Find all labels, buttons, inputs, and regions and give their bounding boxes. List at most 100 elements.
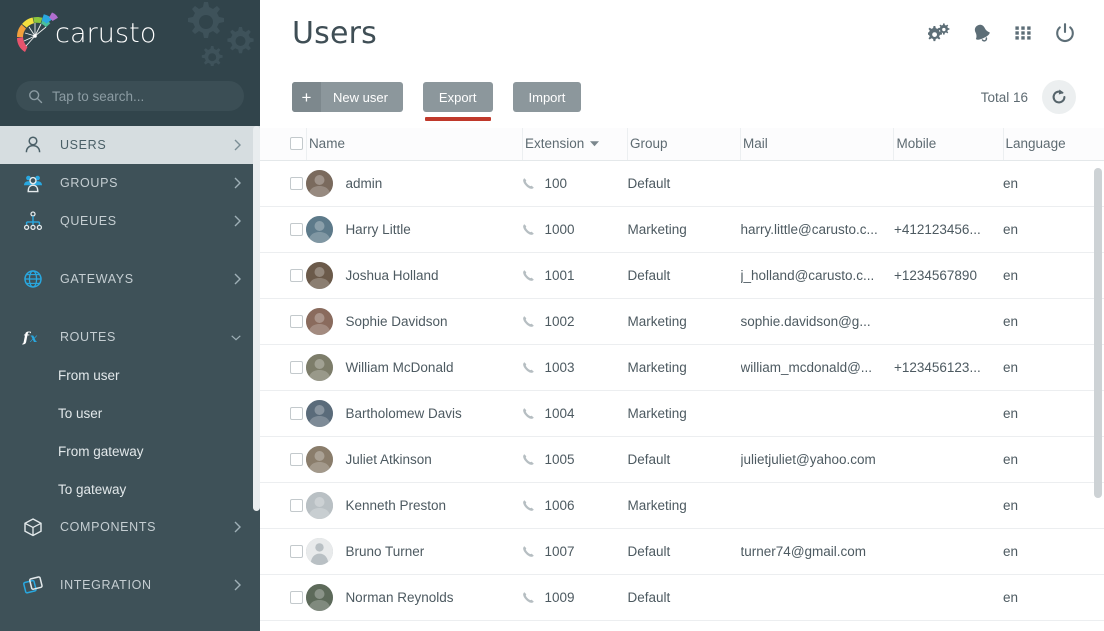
column-label: Language [1005, 136, 1066, 152]
search-box[interactable] [16, 81, 244, 111]
cell-mobile: +1234567890 [893, 252, 1004, 299]
main-content: Users + New user Export Import Total 16 … [260, 0, 1104, 631]
column-header-mail[interactable]: Mail [740, 128, 895, 161]
power-icon[interactable] [1054, 22, 1076, 44]
table-header: Name Extension Group Mail Mobile Languag… [260, 128, 1104, 161]
cell-extension: 1002 [522, 298, 628, 345]
cell-name: admin [306, 160, 523, 207]
import-button[interactable]: Import [512, 82, 582, 112]
refresh-button[interactable] [1042, 80, 1076, 114]
column-label: Mail [743, 136, 768, 152]
sidebar-subitem-to-user[interactable]: To user [0, 394, 260, 432]
column-label: Group [629, 136, 668, 152]
select-all-checkbox[interactable] [290, 137, 303, 151]
phone-icon [523, 499, 535, 511]
row-checkbox[interactable] [290, 452, 303, 466]
phone-icon [523, 223, 535, 235]
phone-icon [523, 453, 535, 465]
column-header-name[interactable]: Name [306, 128, 523, 161]
export-button[interactable]: Export [422, 82, 493, 112]
search-input[interactable] [52, 88, 232, 104]
main-scrollbar[interactable] [1094, 168, 1102, 498]
cell-mobile: +123456123... [893, 344, 1004, 391]
cell-name: Bruno Turner [306, 528, 523, 575]
cell-extension: 1000 [522, 206, 628, 253]
table-row[interactable]: Juliet Atkinson 1005 Default julietjuliet@y… [260, 436, 1104, 483]
cell-group: Marketing [627, 298, 741, 345]
new-user-button[interactable]: + New user [292, 82, 403, 112]
table-row[interactable]: Bartholomew Davis 1004 Marketing en [260, 390, 1104, 437]
sidebar-item-users[interactable]: USERS [0, 126, 260, 164]
row-checkbox[interactable] [290, 498, 303, 512]
top-bar: Users [260, 0, 1104, 66]
column-header-mobile[interactable]: Mobile [893, 128, 1004, 161]
page-title: Users [292, 15, 378, 51]
table-row[interactable]: Sophie Davidson 1002 Marketing sophie.david… [260, 298, 1104, 345]
sidebar-subitem-label: From user [58, 367, 120, 383]
table-row[interactable]: William McDonald 1003 Marketing william_mcd… [260, 344, 1104, 391]
table-row[interactable]: Bruno Turner 1007 Default turner74@gmail.co… [260, 528, 1104, 575]
mobile-value: +1234567890 [893, 267, 977, 283]
settings-gears-icon[interactable] [928, 22, 950, 44]
column-header-extension[interactable]: Extension [522, 128, 628, 161]
cell-language: en [1003, 574, 1104, 621]
column-header-group[interactable]: Group [627, 128, 742, 161]
column-header-language[interactable]: Language [1003, 128, 1104, 161]
cell-name: Juliet Atkinson [306, 436, 523, 483]
table-row[interactable]: Joshua Holland 1001 Default j_holland@carus… [260, 252, 1104, 299]
cube-icon [24, 518, 42, 537]
row-checkbox[interactable] [290, 314, 303, 328]
cell-extension: 1003 [522, 344, 628, 391]
sidebar-item-routes[interactable]: f x ROUTES [0, 318, 260, 356]
row-checkbox[interactable] [290, 222, 303, 236]
mobile-value: +123456123... [893, 359, 981, 375]
user-icon [25, 136, 41, 153]
cell-mobile [893, 298, 1004, 345]
row-select-cell [260, 436, 307, 483]
apps-grid-icon[interactable] [1012, 22, 1034, 44]
phone-icon [523, 591, 535, 603]
app-root: carusto USERS [0, 0, 1104, 631]
sidebar-subitem-from-user[interactable]: From user [0, 356, 260, 394]
cell-extension: 100 [522, 160, 628, 207]
user-name: Sophie Davidson [345, 313, 448, 329]
queues-icon [23, 211, 43, 231]
sidebar-item-integration[interactable]: INTEGRATION [0, 566, 260, 604]
cell-mail [740, 160, 894, 207]
cell-mail: turner74@gmail.com [740, 528, 894, 575]
select-all-header [260, 128, 307, 161]
cell-language: en [1003, 482, 1104, 529]
user-name: Norman Reynolds [345, 589, 454, 605]
row-checkbox[interactable] [290, 268, 303, 282]
logo[interactable]: carusto [13, 8, 156, 58]
table-row[interactable]: Kenneth Preston 1006 Marketing en [260, 482, 1104, 529]
row-select-cell [260, 298, 307, 345]
sidebar-item-components[interactable]: COMPONENTS [0, 508, 260, 546]
bell-icon[interactable] [970, 22, 992, 44]
mail-value: turner74@gmail.com [740, 543, 867, 559]
total-zone: Total 16 [981, 80, 1076, 114]
sidebar-item-queues[interactable]: QUEUES [0, 202, 260, 240]
extension-value: 1009 [544, 589, 575, 605]
sidebar-item-gateways[interactable]: GATEWAYS [0, 260, 260, 298]
row-select-cell [260, 390, 307, 437]
row-checkbox[interactable] [290, 406, 303, 420]
refresh-icon [1052, 89, 1066, 104]
sidebar-scrollbar[interactable] [253, 126, 260, 511]
row-checkbox[interactable] [290, 590, 303, 604]
row-select-cell [260, 482, 307, 529]
sidebar-subitem-to-gateway[interactable]: To gateway [0, 470, 260, 508]
integration-icon [23, 576, 43, 594]
row-checkbox[interactable] [290, 360, 303, 374]
sidebar-item-groups[interactable]: GROUPS [0, 164, 260, 202]
table-row[interactable]: admin 100 Default en [260, 160, 1104, 207]
sidebar-item-label: GROUPS [60, 176, 119, 190]
table-row[interactable]: Harry Little 1000 Marketing harry.little@ca… [260, 206, 1104, 253]
cell-group: Default [627, 160, 741, 207]
sidebar-subitem-from-gateway[interactable]: From gateway [0, 432, 260, 470]
cell-language: en [1003, 528, 1104, 575]
table-row[interactable]: Norman Reynolds 1009 Default en [260, 574, 1104, 621]
row-checkbox[interactable] [290, 176, 303, 190]
import-wrap: Import [512, 82, 582, 112]
row-checkbox[interactable] [290, 544, 303, 558]
